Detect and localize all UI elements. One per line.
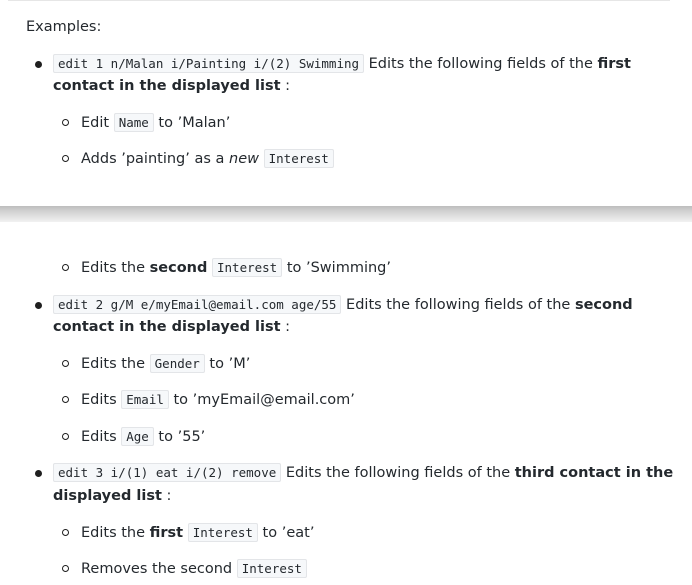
field-name: Interest <box>212 258 283 277</box>
example-1-sub-3: Edits the second Interest to ’Swimming’ <box>81 258 391 277</box>
example-3-line1: edit 3 i/(1) eat i/(2) remove Edits the … <box>53 463 673 483</box>
field-name: Name <box>113 113 154 132</box>
example-1-line2: contact in the displayed list : <box>53 78 291 94</box>
circle-bullet-icon <box>62 119 69 126</box>
example-1-command: edit 1 n/Malan i/Painting i/(2) Swimming <box>53 54 365 73</box>
example-1-line1: edit 1 n/Malan i/Painting i/(2) Swimming… <box>53 54 631 74</box>
examples-heading: Examples: <box>26 19 102 35</box>
circle-bullet-icon <box>62 396 69 403</box>
circle-bullet-icon <box>62 565 69 572</box>
example-2-command: edit 2 g/M e/myEmail@email.com age/55 <box>53 295 342 314</box>
example-3-sub-1: Edits the first Interest to ’eat’ <box>81 523 315 542</box>
example-2-line2: contact in the displayed list : <box>53 319 291 335</box>
example-3-line2: displayed list : <box>53 488 172 504</box>
field-name: Gender <box>149 354 205 373</box>
circle-bullet-icon <box>62 360 69 367</box>
example-1-sub-2: Adds ’painting’ as a new Interest <box>81 149 334 169</box>
field-name: Interest <box>187 523 258 542</box>
circle-bullet-icon <box>62 155 69 162</box>
circle-bullet-icon <box>62 529 69 536</box>
top-rule <box>8 0 670 1</box>
circle-bullet-icon <box>62 264 69 271</box>
field-name: Interest <box>263 149 334 168</box>
example-1-sub-1: Edit Name to ’Malan’ <box>81 113 231 132</box>
example-2-line1: edit 2 g/M e/myEmail@email.com age/55 Ed… <box>53 295 633 315</box>
example-2-sub-1: Edits the Gender to ’M’ <box>81 354 251 373</box>
example-2-sub-2: Edits Email to ’myEmail@email.com’ <box>81 390 355 409</box>
circle-bullet-icon <box>62 433 69 440</box>
example-3-command: edit 3 i/(1) eat i/(2) remove <box>53 463 282 482</box>
bullet-icon <box>35 61 42 68</box>
field-name: Email <box>121 390 169 409</box>
section-divider <box>0 206 692 222</box>
example-2-sub-3: Edits Age to ’55’ <box>81 427 206 446</box>
bullet-icon <box>35 302 42 309</box>
field-name: Age <box>121 427 154 446</box>
field-name: Interest <box>236 559 307 578</box>
bullet-icon <box>35 470 42 477</box>
example-3-sub-2: Removes the second Interest <box>81 559 307 579</box>
